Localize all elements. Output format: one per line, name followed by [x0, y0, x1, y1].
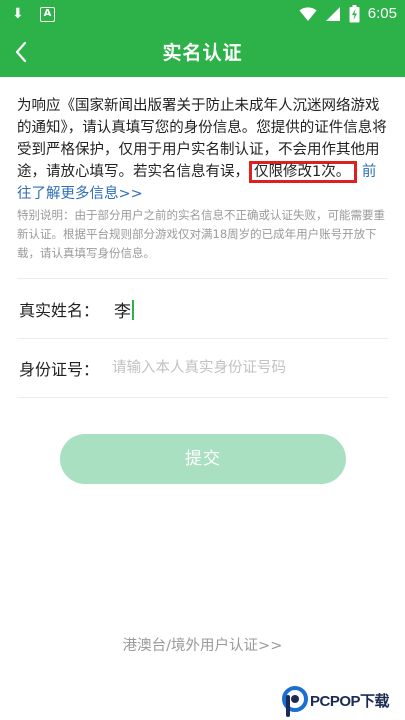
chevron-left-icon [15, 41, 27, 63]
back-button[interactable] [6, 35, 42, 71]
id-number-input[interactable] [112, 355, 382, 381]
status-time: 6:05 [367, 5, 397, 22]
name-value: 李 [114, 302, 131, 322]
overseas-auth-link[interactable]: 港澳台/境外用户认证>> [0, 634, 405, 655]
download-icon: ⬇ [12, 6, 24, 22]
name-label: 真实姓名： [19, 301, 100, 320]
app-bar: 实名认证 [0, 29, 405, 77]
pcpop-logo-icon [282, 686, 308, 717]
notice-text: 为响应《国家新闻出版署关于防止未成年人沉迷网络游戏的通知》，请认真填写您的身份信… [17, 95, 389, 205]
divider [17, 397, 388, 398]
wifi-icon [299, 7, 317, 21]
pcpop-watermark: PCPOP下载 [278, 683, 405, 720]
modify-limit-highlight: 仅限修改1次。 [249, 161, 358, 183]
divider [17, 278, 388, 279]
submit-button[interactable]: 提交 [60, 434, 346, 484]
name-field[interactable]: 李 [114, 297, 134, 322]
status-bar: ⬇ A 6:05 [0, 0, 405, 29]
signal-icon [325, 7, 340, 21]
page-title: 实名认证 [162, 42, 243, 64]
special-note: 特别说明：由于部分用户之前的实名信息不正确或认证失败，可能需要重新认证。根据平台… [17, 208, 385, 260]
watermark-text: PCPOP下载 [310, 693, 390, 710]
id-label: 身份证号： [19, 360, 100, 379]
a-icon: A [40, 7, 55, 22]
status-right-group: 6:05 [299, 4, 397, 24]
text-cursor [132, 300, 134, 320]
divider [17, 338, 388, 339]
battery-icon [349, 5, 360, 23]
